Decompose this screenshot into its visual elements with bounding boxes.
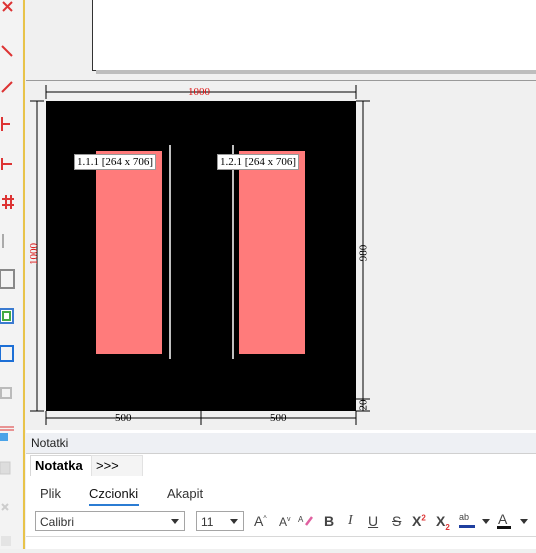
subscript-label: X: [436, 513, 446, 529]
bold-button[interactable]: B: [324, 513, 334, 529]
diagonal-line-icon[interactable]: [0, 42, 18, 60]
font-color-dropdown-icon[interactable]: [520, 519, 528, 524]
frame-blue-icon[interactable]: [0, 345, 18, 363]
panel-1-2-1: [239, 151, 305, 354]
notes-panel-title: Notatki: [31, 436, 69, 450]
left-dimension-label: 1000: [28, 243, 40, 265]
frame-gray-icon[interactable]: [0, 268, 18, 289]
element-label-1-2-1[interactable]: 1.2.1 [264 x 706]: [217, 154, 300, 170]
cabinet-body: [46, 101, 356, 411]
ribbon-bottom-divider: [26, 536, 536, 537]
right-dimension-label: 980: [357, 244, 370, 262]
toolbar-border: [23, 0, 25, 549]
underline-button[interactable]: U: [368, 513, 378, 529]
vertical-line-icon[interactable]: [0, 115, 18, 133]
shrink-font-label: A: [279, 515, 288, 529]
preview-shadow: [96, 70, 536, 74]
cabinet-drawing: [30, 85, 370, 425]
grid-hash-icon[interactable]: [0, 193, 18, 211]
strikethrough-button[interactable]: S: [392, 513, 401, 529]
horizontal-line-icon[interactable]: [0, 155, 18, 173]
grow-font-label: A: [254, 513, 264, 529]
tab-more[interactable]: >>>: [91, 455, 143, 476]
font-size-value: 11: [201, 515, 214, 529]
notes-panel-header: Notatki: [26, 433, 536, 453]
ribbon-tab-akapit[interactable]: Akapit: [167, 486, 203, 501]
italic-button[interactable]: I: [348, 513, 353, 529]
bottom-right-dimension-label: 500: [270, 412, 287, 424]
superscript-label: X: [412, 513, 422, 529]
square-light-icon[interactable]: [0, 460, 18, 478]
ribbon-tab-active-underline: [89, 504, 139, 506]
element-label-1-1-1[interactable]: 1.1.1 [264 x 706]: [74, 154, 157, 170]
divider-icon[interactable]: [0, 232, 18, 250]
highlight-label: ab: [459, 512, 470, 522]
tab-notatka-label: Notatka: [35, 458, 83, 473]
tab-more-label: >>>: [96, 458, 119, 473]
highlight-dropdown-icon[interactable]: [482, 519, 490, 524]
highlight-color-bar: [459, 525, 475, 528]
frame-green-icon[interactable]: [0, 308, 18, 326]
superscript-button[interactable]: X2: [412, 513, 426, 529]
left-toolbar: [0, 0, 22, 549]
top-dimension-label: 1000: [188, 86, 210, 98]
stripes-icon[interactable]: [0, 424, 18, 442]
font-family-select[interactable]: Calibri: [35, 511, 185, 531]
close-x-icon[interactable]: [0, 0, 18, 18]
font-color-bar: [497, 526, 511, 529]
tool-disabled-icon[interactable]: [0, 498, 18, 516]
tool-bottom-icon[interactable]: [0, 534, 18, 552]
chevron-down-icon: [230, 519, 238, 524]
shrink-font-button[interactable]: Av: [279, 515, 291, 529]
chevron-down-icon: [171, 519, 179, 524]
highlight-button[interactable]: ab: [459, 512, 475, 528]
font-color-label: A: [498, 511, 508, 527]
clear-format-icon[interactable]: A: [298, 513, 314, 532]
font-color-button[interactable]: A: [497, 511, 511, 529]
right-small-dimension-label: 20: [357, 399, 370, 411]
panel-1-1-1: [96, 151, 162, 354]
preview-page: [92, 0, 536, 71]
font-family-value: Calibri: [40, 515, 75, 529]
ribbon-tab-czcionki[interactable]: Czcionki: [89, 486, 138, 501]
tab-notatka[interactable]: Notatka: [30, 455, 92, 476]
square-gray-icon[interactable]: [0, 385, 18, 403]
svg-text:A: A: [298, 515, 304, 524]
bottom-left-dimension-label: 500: [115, 412, 132, 424]
grow-font-button[interactable]: A^: [254, 513, 267, 529]
diagonal-line-up-icon[interactable]: [0, 78, 18, 96]
ribbon-tab-plik[interactable]: Plik: [40, 486, 61, 501]
drawing-canvas[interactable]: 1000 1000 980 20 500 500 1.1.1 [264 x 70…: [26, 80, 536, 426]
notes-divider: [26, 453, 536, 454]
subscript-button[interactable]: X2: [436, 513, 450, 532]
font-size-select[interactable]: 11: [196, 511, 244, 531]
